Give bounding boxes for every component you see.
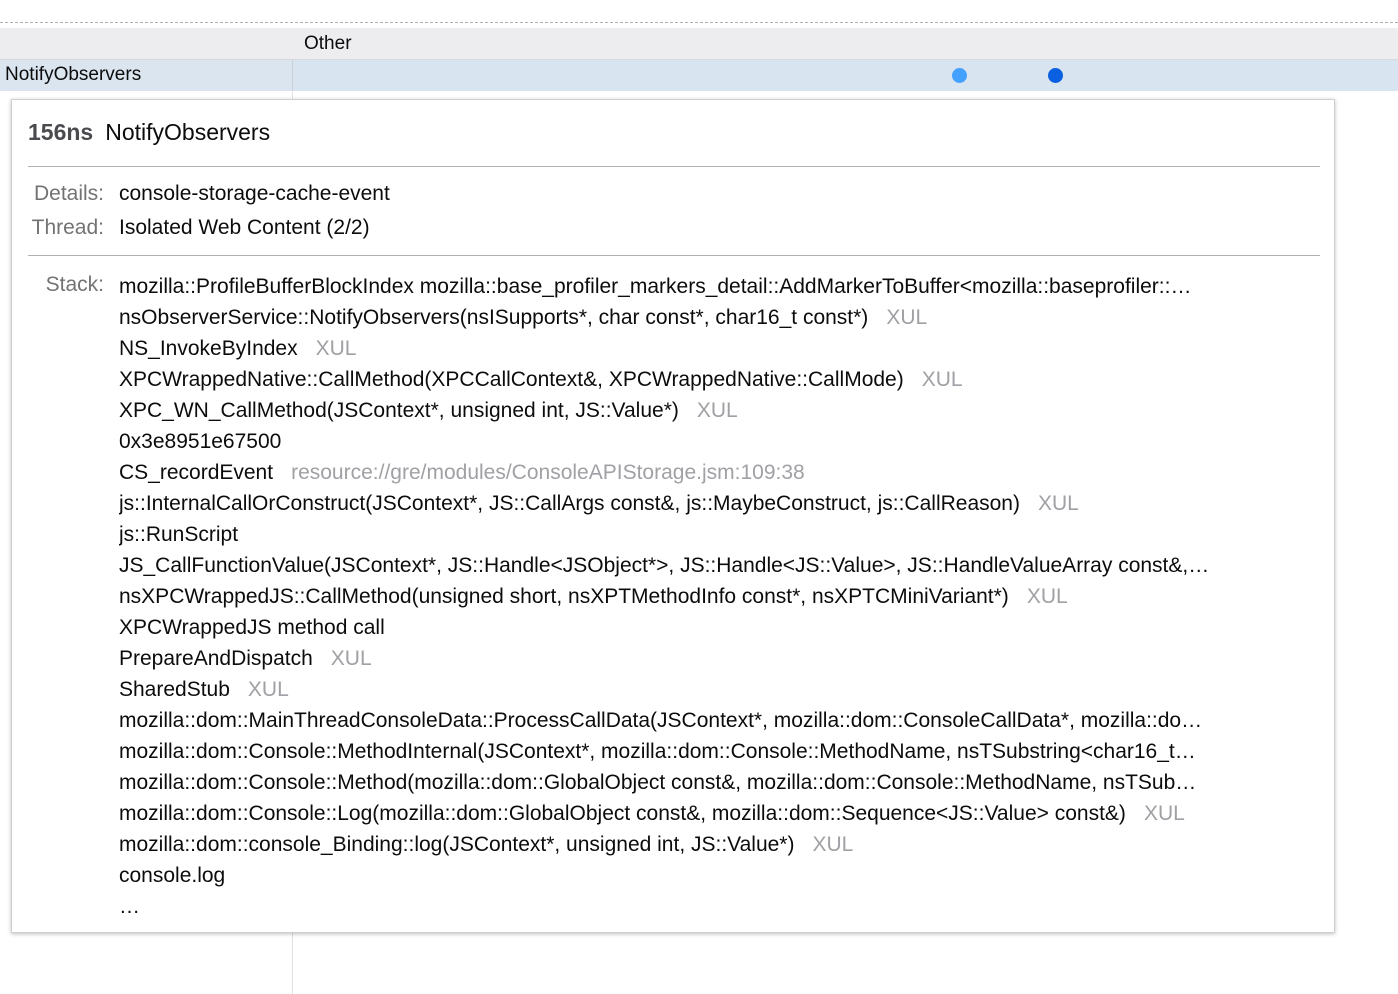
stack-key: Stack: xyxy=(45,273,104,296)
tooltip-thread-row: Thread: Isolated Web Content (2/2) xyxy=(12,216,1332,244)
stack-frame: JS_CallFunctionValue(JSContext*, JS::Han… xyxy=(119,550,1319,581)
stack-frame-function: mozilla::ProfileBufferBlockIndex mozilla… xyxy=(119,275,1192,298)
stack-frame-function: console.log xyxy=(119,864,226,887)
stack-frame: nsXPCWrappedJS::CallMethod(unsigned shor… xyxy=(119,581,1319,612)
stack-frame: CS_recordEvent resource://gre/modules/Con… xyxy=(119,457,1319,488)
stack-frame-library: XUL xyxy=(315,337,357,360)
stack-frame: mozilla::dom::Console::MethodInternal(JS… xyxy=(119,736,1319,767)
stack-frame: mozilla::dom::console_Binding::log(JSCon… xyxy=(119,829,1319,860)
stack-frame-function: CS_recordEvent xyxy=(119,461,274,484)
tooltip-title: 156ns NotifyObservers xyxy=(28,119,270,146)
track-divider xyxy=(0,22,1398,23)
stack-frame-function: NS_InvokeByIndex xyxy=(119,337,298,360)
stack-frame-function: XPCWrappedJS method call xyxy=(119,616,385,639)
stack-frame-function: XPC_WN_CallMethod(JSContext*, unsigned i… xyxy=(119,399,679,422)
stack-frame-function: mozilla::dom::console_Binding::log(JSCon… xyxy=(119,833,795,856)
stack-frame: nsObserverService::NotifyObservers(nsISu… xyxy=(119,302,1319,333)
stack-frame-function: JS_CallFunctionValue(JSContext*, JS::Han… xyxy=(119,554,1210,577)
stack-frame: mozilla::ProfileBufferBlockIndex mozilla… xyxy=(119,271,1319,302)
stack-frame: XPCWrappedNative::CallMethod(XPCCallCont… xyxy=(119,364,1319,395)
stack-frame-library: XUL xyxy=(1026,585,1068,608)
stack-frame: mozilla::dom::MainThreadConsoleData::Pro… xyxy=(119,705,1319,736)
stack-frame-function: SharedStub xyxy=(119,678,230,701)
category-label: Other xyxy=(304,33,352,54)
marker-dot[interactable] xyxy=(952,68,967,83)
stack-frame-library: XUL xyxy=(921,368,963,391)
details-key: Details: xyxy=(33,182,104,205)
stack-frame: console.log xyxy=(119,860,1319,891)
stack-frame-function: XPCWrappedNative::CallMethod(XPCCallCont… xyxy=(119,368,904,391)
thread-key: Thread: xyxy=(31,216,104,239)
stack-frame: mozilla::dom::Console::Method(mozilla::d… xyxy=(119,767,1319,798)
stack-frame-library: XUL xyxy=(886,306,928,329)
stack-frame-function: js::InternalCallOrConstruct(JSContext*, … xyxy=(119,492,1020,515)
stack-frame-function: mozilla::dom::MainThreadConsoleData::Pro… xyxy=(119,709,1203,732)
stack-frame-function: mozilla::dom::Console::Method(mozilla::d… xyxy=(119,771,1197,794)
stack-frame-library: XUL xyxy=(696,399,738,422)
marker-dot-hovered[interactable] xyxy=(1048,68,1063,83)
stack-frame-function: nsObserverService::NotifyObservers(nsISu… xyxy=(119,306,869,329)
stack-frame: … xyxy=(119,891,1319,922)
stack-frame-function: nsXPCWrappedJS::CallMethod(unsigned shor… xyxy=(119,585,1009,608)
tooltip-duration: 156ns xyxy=(28,119,94,145)
stack-frame-function: mozilla::dom::Console::Log(mozilla::dom:… xyxy=(119,802,1126,825)
stack-frame-library: XUL xyxy=(1143,802,1185,825)
details-value: console-storage-cache-event xyxy=(119,182,390,205)
stack-frame-library: XUL xyxy=(1037,492,1079,515)
stack-frame-function: js::RunScript xyxy=(119,523,239,546)
stack-frame: PrepareAndDispatch XUL xyxy=(119,643,1319,674)
stack-frame: SharedStub XUL xyxy=(119,674,1319,705)
stack-frame: js::InternalCallOrConstruct(JSContext*, … xyxy=(119,488,1319,519)
tooltip-details-row: Details: console-storage-cache-event xyxy=(12,182,1332,210)
category-row-other: Other xyxy=(0,28,1398,60)
stack-frame-library: XUL xyxy=(247,678,289,701)
marker-row-notifyobservers[interactable]: NotifyObservers xyxy=(0,60,1398,91)
tooltip-divider xyxy=(28,166,1320,167)
marker-row-label: NotifyObservers xyxy=(5,64,142,85)
marker-row-label-cell[interactable]: NotifyObservers xyxy=(0,60,293,91)
stack-frame-library: XUL xyxy=(812,833,854,856)
stack-frame-function: mozilla::dom::Console::MethodInternal(JS… xyxy=(119,740,1196,763)
stack-frame: NS_InvokeByIndex XUL xyxy=(119,333,1319,364)
stack-frame-source: resource://gre/modules/ConsoleAPIStorage… xyxy=(291,461,805,484)
marker-tooltip: 156ns NotifyObservers Details: console-st… xyxy=(11,99,1335,933)
stack-frame: XPC_WN_CallMethod(JSContext*, unsigned i… xyxy=(119,395,1319,426)
stack-frame-library: XUL xyxy=(330,647,372,670)
tooltip-marker-name: NotifyObservers xyxy=(105,119,271,145)
stack-frame-function: 0x3e8951e67500 xyxy=(119,430,282,453)
stack-frame: XPCWrappedJS method call xyxy=(119,612,1319,643)
stack-frame: 0x3e8951e67500 xyxy=(119,426,1319,457)
stack-frame-list: mozilla::ProfileBufferBlockIndex mozilla… xyxy=(119,271,1319,922)
stack-frame: mozilla::dom::Console::Log(mozilla::dom:… xyxy=(119,798,1319,829)
tooltip-divider xyxy=(28,255,1320,256)
stack-frame-function: … xyxy=(119,895,140,918)
stack-frame: js::RunScript xyxy=(119,519,1319,550)
thread-value: Isolated Web Content (2/2) xyxy=(119,216,370,239)
stack-frame-function: PrepareAndDispatch xyxy=(119,647,313,670)
